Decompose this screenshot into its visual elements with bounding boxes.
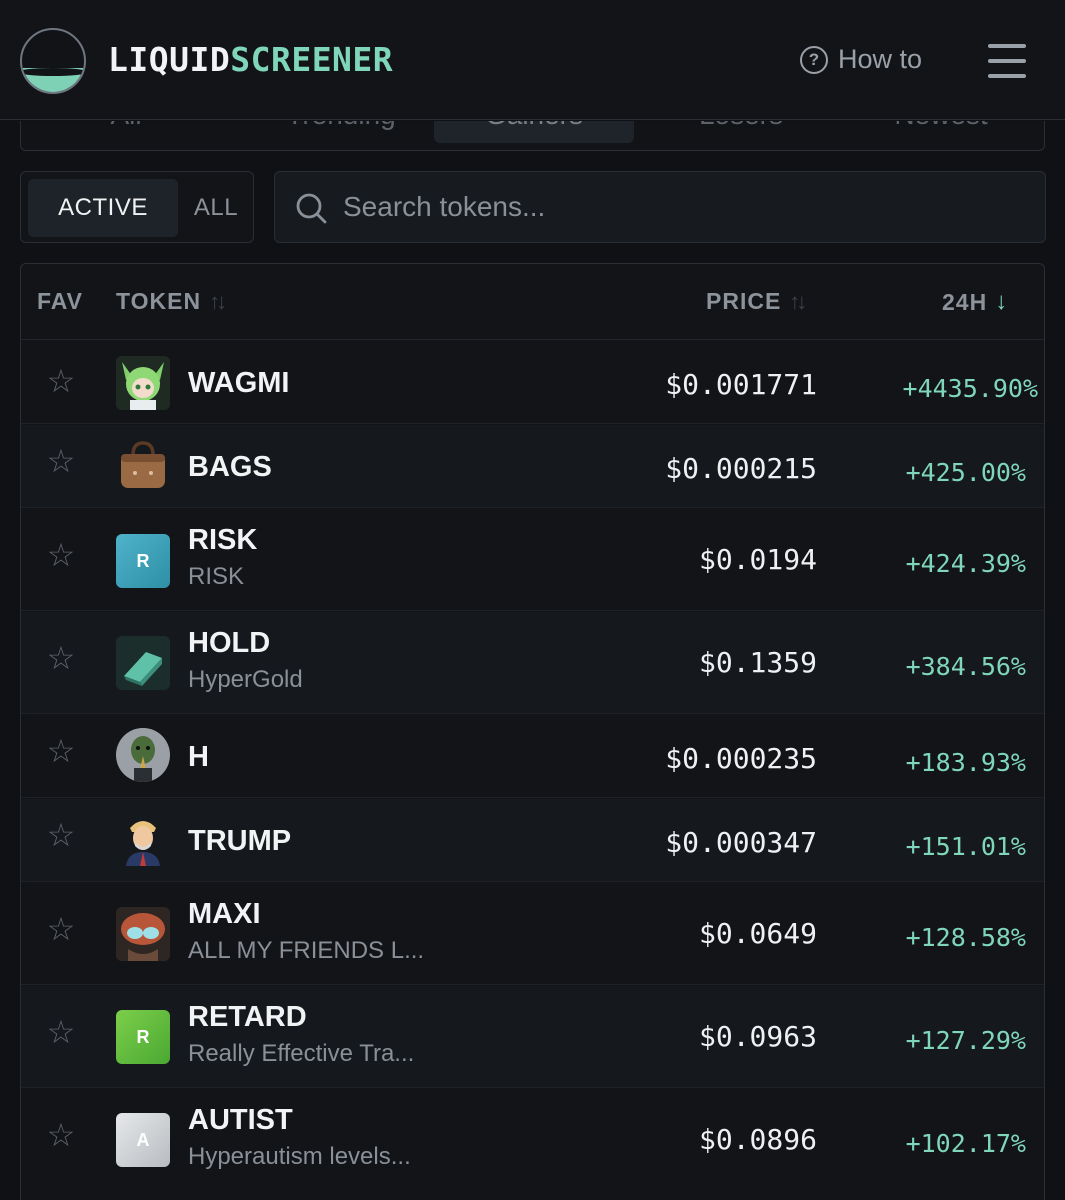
token-name: Really Effective Tra...: [188, 1040, 415, 1067]
table-row[interactable]: ☆ WAGMI $0.001771 +4435.90%: [21, 341, 1044, 424]
category-tabs: All Trending Gainers Losers Newest: [20, 121, 1045, 151]
token-change: +425.00%: [905, 458, 1026, 487]
tab-newest[interactable]: Newest: [866, 121, 1016, 143]
token-symbol: AUTIST: [188, 1104, 293, 1136]
brand-part-2: SCREENER: [230, 40, 394, 79]
gold-bar-icon: [116, 636, 170, 690]
letter-r-icon: R: [116, 534, 170, 588]
favorite-star-icon[interactable]: ☆: [45, 445, 77, 477]
tab-all[interactable]: All: [81, 121, 171, 143]
favorite-star-icon[interactable]: ☆: [45, 642, 77, 674]
handbag-icon: [116, 437, 170, 491]
how-to-label: How to: [838, 44, 923, 74]
token-table: FAV TOKEN ↑↓ PRICE ↑↓ 24H ↓ ☆ WAGMI $0.0…: [20, 263, 1045, 1200]
table-row[interactable]: ☆ TRUMP $0.000347 +151.01%: [21, 799, 1044, 882]
sort-arrows-icon: ↑↓: [209, 288, 227, 314]
token-symbol: RISK: [188, 524, 258, 556]
column-fav: FAV: [37, 288, 83, 315]
table-row[interactable]: ☆ H $0.000235 +183.93%: [21, 715, 1044, 798]
sort-arrows-icon: ↑↓: [789, 288, 807, 314]
token-price: $0.001771: [665, 368, 817, 401]
token-change: +384.56%: [905, 652, 1026, 681]
column-24h-label: 24H: [942, 288, 988, 315]
token-name: RISK: [188, 563, 245, 590]
token-price: $0.0194: [698, 543, 817, 576]
filter-all-button[interactable]: ALL: [181, 179, 251, 237]
token-symbol: HOLD: [188, 627, 271, 659]
filter-active-button[interactable]: ACTIVE: [28, 179, 178, 237]
token-symbol: H: [188, 741, 209, 773]
column-24h[interactable]: 24H ↓: [942, 288, 1008, 316]
table-header: FAV TOKEN ↑↓ PRICE ↑↓ 24H ↓: [21, 264, 1044, 340]
letter-a-icon: A: [116, 1113, 170, 1167]
cartoon-man-avatar-icon: [116, 812, 170, 866]
token-symbol: RETARD: [188, 1001, 307, 1033]
favorite-star-icon[interactable]: ☆: [45, 1119, 77, 1151]
token-name: HyperGold: [188, 666, 303, 693]
token-change: +102.17%: [905, 1129, 1026, 1158]
question-circle-icon: ?: [800, 45, 828, 74]
liquidscreener-logo-icon[interactable]: [20, 28, 86, 94]
helmet-avatar-icon: [116, 907, 170, 961]
token-symbol: MAXI: [188, 898, 261, 930]
token-price: $0.0896: [698, 1123, 817, 1156]
anime-girl-avatar-icon: [116, 356, 170, 410]
favorite-star-icon[interactable]: ☆: [45, 1016, 77, 1048]
table-row[interactable]: ☆ R RETARD Really Effective Tra... $0.09…: [21, 986, 1044, 1088]
column-price-label: PRICE: [706, 288, 782, 314]
token-change: +4435.90%: [902, 374, 1038, 403]
favorite-star-icon[interactable]: ☆: [45, 539, 77, 571]
favorite-star-icon[interactable]: ☆: [45, 913, 77, 945]
token-price: $0.000215: [665, 452, 817, 485]
tab-losers[interactable]: Losers: [671, 121, 811, 143]
token-change: +128.58%: [905, 923, 1026, 952]
brand-name[interactable]: LIQUIDSCREENER: [108, 40, 393, 79]
search-input[interactable]: [343, 182, 1023, 232]
active-all-toggle: ACTIVE ALL: [20, 171, 254, 243]
column-token[interactable]: TOKEN ↑↓: [116, 288, 227, 315]
favorite-star-icon[interactable]: ☆: [45, 365, 77, 397]
token-price: $0.1359: [698, 646, 817, 679]
token-price: $0.0649: [698, 917, 817, 950]
token-change: +183.93%: [905, 748, 1026, 777]
token-price: $0.000347: [665, 826, 817, 859]
how-to-button[interactable]: ? How to: [800, 44, 922, 75]
table-row[interactable]: ☆ BAGS $0.000215 +425.00%: [21, 425, 1044, 508]
column-token-label: TOKEN: [116, 288, 202, 314]
column-price[interactable]: PRICE ↑↓: [706, 288, 807, 315]
letter-r-icon: R: [116, 1010, 170, 1064]
token-symbol: BAGS: [188, 451, 272, 483]
search-icon: [296, 193, 327, 224]
table-row[interactable]: ☆ A AUTIST Hyperautism levels... $0.0896…: [21, 1089, 1044, 1200]
table-row[interactable]: ☆ HOLD HyperGold $0.1359 +384.56%: [21, 612, 1044, 714]
tab-gainers[interactable]: Gainers: [434, 121, 634, 143]
favorite-star-icon[interactable]: ☆: [45, 735, 77, 767]
brand-part-1: LIQUID: [108, 40, 231, 79]
table-row[interactable]: ☆ R RISK RISK $0.0194 +424.39%: [21, 509, 1044, 611]
token-symbol: TRUMP: [188, 825, 292, 857]
column-fav-label: FAV: [37, 288, 84, 314]
token-symbol: WAGMI: [188, 367, 290, 399]
bird-mask-avatar-icon: [116, 728, 170, 782]
token-change: +127.29%: [905, 1026, 1026, 1055]
token-change: +424.39%: [905, 549, 1026, 578]
token-change: +151.01%: [905, 832, 1026, 861]
tab-trending[interactable]: Trending: [256, 121, 426, 143]
search-box: [274, 171, 1046, 243]
token-price: $0.000235: [665, 742, 817, 775]
hamburger-menu-icon[interactable]: [988, 44, 1026, 78]
token-price: $0.0963: [698, 1020, 817, 1053]
favorite-star-icon[interactable]: ☆: [45, 819, 77, 851]
token-name: Hyperautism levels...: [188, 1143, 411, 1170]
sort-down-arrow-icon: ↓: [995, 288, 1009, 315]
table-row[interactable]: ☆ MAXI ALL MY FRIENDS L... $0.0649 +128.…: [21, 883, 1044, 985]
top-header: LIQUIDSCREENER ? How to: [0, 0, 1065, 120]
token-name: ALL MY FRIENDS L...: [188, 937, 425, 964]
